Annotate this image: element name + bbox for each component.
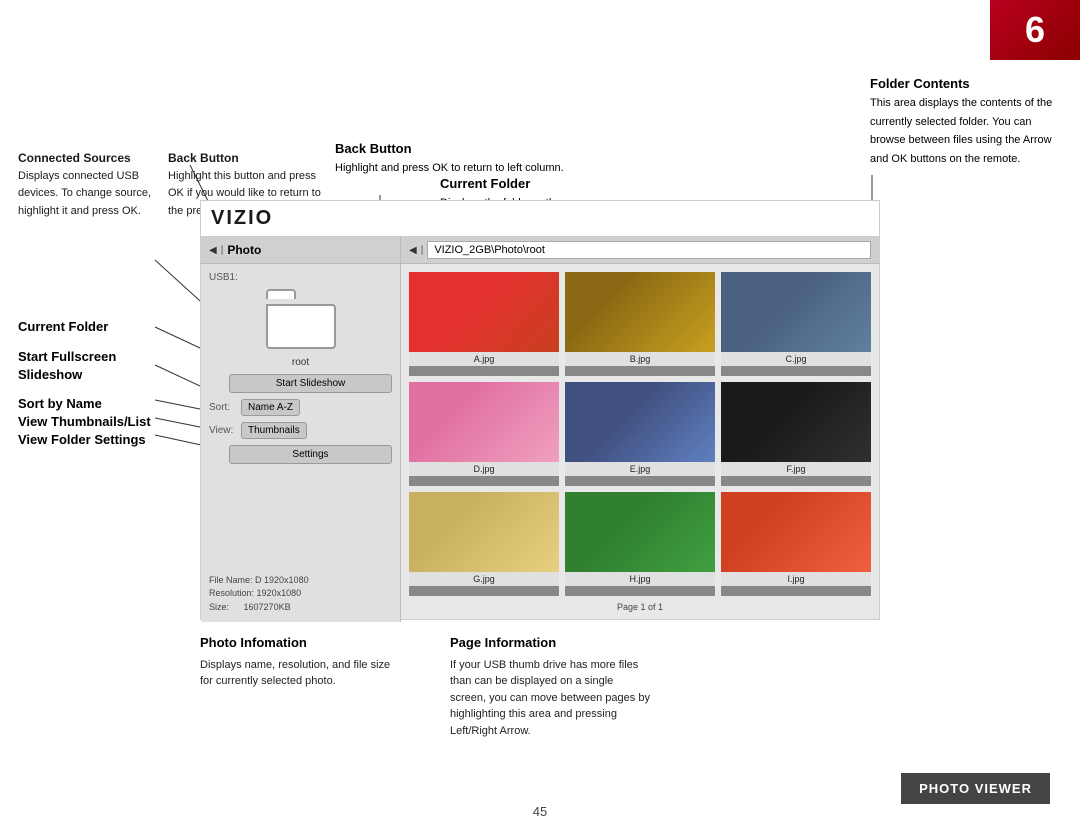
- photo-image-c: [721, 272, 871, 352]
- start-slideshow-label-text2: Slideshow: [18, 367, 82, 382]
- view-button[interactable]: Thumbnails: [241, 422, 307, 439]
- file-name-label: File Name: D: [209, 575, 262, 585]
- photo-thumb-a[interactable]: A.jpg: [409, 272, 559, 376]
- photo-image-f: [721, 382, 871, 462]
- nav-photo-label: Photo: [227, 243, 261, 257]
- file-info-name: File Name: D 1920x1080: [209, 574, 392, 588]
- vizio-header: VIZIO: [201, 201, 879, 237]
- settings-button[interactable]: Settings: [229, 445, 392, 464]
- photo-thumb-f[interactable]: F.jpg: [721, 382, 871, 486]
- photo-caption-h: H.jpg: [565, 572, 715, 586]
- file-name-value: 1920x1080: [264, 575, 309, 585]
- panel-body: USB1: root Start Slideshow Sort: Name A-…: [201, 264, 879, 622]
- sort-by-name-label-text: Sort by Name: [18, 396, 102, 411]
- photo-image-a: [409, 272, 559, 352]
- view-row: View: Thumbnails: [209, 422, 392, 439]
- page-number: 45: [533, 804, 547, 819]
- photo-caption-b: B.jpg: [565, 352, 715, 366]
- sort-by-name-label-left: Sort by Name: [18, 395, 102, 413]
- photo-thumb-b[interactable]: B.jpg: [565, 272, 715, 376]
- photo-caption-f: F.jpg: [721, 462, 871, 476]
- usb-label: USB1:: [209, 272, 392, 283]
- resolution-value: 1920x1080: [257, 588, 302, 598]
- folder-contents-annotation: Folder Contents This area displays the c…: [870, 75, 1055, 167]
- photo-image-e: [565, 382, 715, 462]
- file-info: File Name: D 1920x1080 Resolution: 1920x…: [209, 574, 392, 615]
- file-info-size: Size: 1607270KB: [209, 601, 392, 615]
- folder-contents-text: This area displays the contents of the c…: [870, 97, 1052, 165]
- bottom-annotations: Photo Infomation Displays name, resoluti…: [200, 634, 650, 740]
- folder-label: root: [209, 357, 392, 368]
- nav-right-arrow[interactable]: ◀: [409, 245, 417, 256]
- size-label: Size:: [209, 602, 229, 612]
- resolution-label: Resolution:: [209, 588, 254, 598]
- nav-path-label: VIZIO_2GB\Photo\root: [427, 241, 871, 259]
- back-button-left-title: Back Button: [168, 151, 239, 165]
- photo-image-g: [409, 492, 559, 572]
- nav-back-arrow[interactable]: ◀: [209, 245, 217, 256]
- nav-right-separator: |: [421, 245, 424, 256]
- folder-contents-title: Folder Contents: [870, 76, 970, 91]
- view-thumbnails-label-left: View Thumbnails/List: [18, 413, 151, 431]
- connected-sources-text: Displays connected USB devices. To chang…: [18, 170, 151, 217]
- view-thumbnails-label-text: View Thumbnails/List: [18, 414, 151, 429]
- photo-caption-c: C.jpg: [721, 352, 871, 366]
- folder-container: [266, 289, 336, 349]
- sort-button[interactable]: Name A-Z: [241, 399, 300, 416]
- page-info: Page 1 of 1: [409, 602, 871, 614]
- back-button-top-title: Back Button: [335, 141, 412, 156]
- photo-thumb-c[interactable]: C.jpg: [721, 272, 871, 376]
- photo-info-text: Displays name, resolution, and file size…: [200, 657, 400, 690]
- nav-row: ◀ | Photo ◀ | VIZIO_2GB\Photo\root: [201, 237, 879, 264]
- back-button-top-annotation: Back Button Highlight and press OK to re…: [335, 140, 564, 176]
- nav-left-section: ◀ | Photo: [201, 237, 401, 263]
- slideshow-button[interactable]: Start Slideshow: [229, 374, 392, 393]
- photo-thumb-g[interactable]: G.jpg: [409, 492, 559, 596]
- photo-image-h: [565, 492, 715, 572]
- page-info-annotation: Page Information If your USB thumb drive…: [450, 634, 650, 740]
- start-slideshow-label-text: Start Fullscreen: [18, 349, 116, 364]
- photo-caption-e: E.jpg: [565, 462, 715, 476]
- current-folder-label-left: Current Folder: [18, 318, 108, 336]
- nav-right-section: ◀ | VIZIO_2GB\Photo\root: [401, 237, 879, 263]
- chapter-number-badge: 6: [990, 0, 1080, 60]
- size-value: 1607270KB: [244, 602, 291, 612]
- photo-thumb-h[interactable]: H.jpg: [565, 492, 715, 596]
- photo-image-d: [409, 382, 559, 462]
- page-info-title: Page Information: [450, 635, 556, 650]
- folder-tab: [266, 289, 296, 299]
- view-folder-settings-label-text: View Folder Settings: [18, 432, 146, 447]
- ui-panel: VIZIO ◀ | Photo ◀ | VIZIO_2GB\Photo\root…: [200, 200, 880, 620]
- photo-viewer-badge: PHOTO VIEWER: [901, 773, 1050, 804]
- photo-image-i: [721, 492, 871, 572]
- photo-thumb-d[interactable]: D.jpg: [409, 382, 559, 486]
- connected-sources-title: Connected Sources: [18, 151, 131, 165]
- photo-caption-d: D.jpg: [409, 462, 559, 476]
- photo-image-b: [565, 272, 715, 352]
- photo-thumb-i[interactable]: I.jpg: [721, 492, 871, 596]
- view-folder-settings-label-left: View Folder Settings: [18, 431, 146, 449]
- file-info-resolution: Resolution: 1920x1080: [209, 587, 392, 601]
- nav-separator: |: [221, 245, 224, 256]
- photo-caption-i: I.jpg: [721, 572, 871, 586]
- current-folder-top-title: Current Folder: [440, 176, 530, 191]
- photo-caption-a: A.jpg: [409, 352, 559, 366]
- view-label: View:: [209, 425, 237, 436]
- photo-thumb-e[interactable]: E.jpg: [565, 382, 715, 486]
- page-info-text: If your USB thumb drive has more files t…: [450, 657, 650, 740]
- photo-info-annotation: Photo Infomation Displays name, resoluti…: [200, 634, 400, 740]
- chapter-number: 6: [1025, 9, 1045, 51]
- panel-sidebar: USB1: root Start Slideshow Sort: Name A-…: [201, 264, 401, 622]
- back-button-top-text: Highlight and press OK to return to left…: [335, 162, 564, 174]
- vizio-logo: VIZIO: [211, 207, 273, 230]
- connected-sources-annotation: Connected Sources Displays connected USB…: [18, 150, 178, 219]
- start-slideshow-label-left: Start Fullscreen Slideshow: [18, 348, 116, 384]
- sort-row: Sort: Name A-Z: [209, 399, 392, 416]
- sort-label: Sort:: [209, 402, 237, 413]
- photo-info-title: Photo Infomation: [200, 635, 307, 650]
- current-folder-label-text: Current Folder: [18, 319, 108, 334]
- photo-caption-g: G.jpg: [409, 572, 559, 586]
- photo-grid: A.jpg B.jpg C.jpg D.jpg E.jpg F.jpg: [401, 264, 879, 622]
- folder-body: [266, 304, 336, 349]
